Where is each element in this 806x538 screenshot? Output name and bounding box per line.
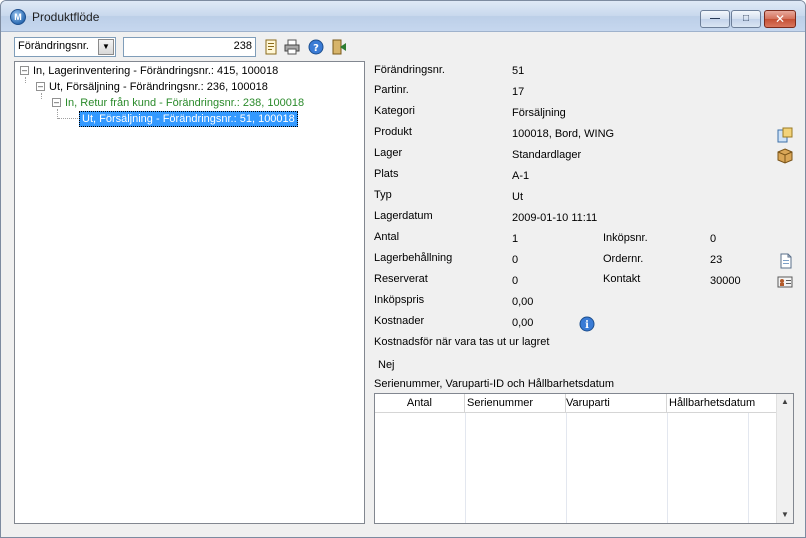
title-bar: M Produktflöde — □ ✕ [1,1,805,32]
product-icon[interactable] [777,127,793,143]
search-type-select[interactable]: Förändringsnr. ▼ [14,37,116,57]
label-kategori: Kategori [374,105,415,117]
toolbar: Förändringsnr. ▼ 238 ? [1,32,805,61]
grid-column-divider [566,413,567,523]
scroll-up-icon[interactable]: ▲ [777,394,793,410]
label-reserverat: Reserverat [374,273,428,285]
value-kontakt: 30000 [710,275,741,287]
label-serienummer-section: Serienummer, Varuparti-ID och Hållbarhet… [374,378,615,390]
grid-column-divider [748,413,749,523]
value-produkt: 100018, Bord, WING [512,128,615,140]
column-header-varuparti[interactable]: Varuparti [566,394,667,413]
app-logo-icon: M [10,9,26,25]
exit-icon[interactable] [331,39,347,55]
label-lagerbehallning: Lagerbehållning [374,252,453,264]
collapse-icon[interactable]: – [20,66,29,75]
grid-header: Antal Serienummer Varuparti Hållbarhetsd… [375,394,777,413]
value-inkopsnr: 0 [710,233,717,245]
serial-number-grid[interactable]: Antal Serienummer Varuparti Hållbarhetsd… [374,393,794,524]
svg-text:i: i [585,320,589,331]
chevron-down-icon[interactable]: ▼ [98,39,114,55]
label-kostnader: Kostnader [374,315,425,327]
label-plats: Plats [374,168,399,180]
tree-node[interactable]: Ut, Försäljning - Förändringsnr.: 236, 1… [49,80,268,94]
close-button[interactable]: ✕ [764,10,796,28]
label-kostnadsfor: Kostnadsför när vara tas ut ur lagret [374,336,550,348]
label-typ: Typ [374,189,392,201]
value-lagerbehallning: 0 [512,254,519,266]
product-flow-window: M Produktflöde — □ ✕ Förändringsnr. ▼ 23… [0,0,806,538]
label-lagerdatum: Lagerdatum [374,210,433,222]
tree-node[interactable]: In, Lagerinventering - Förändringsnr.: 4… [33,64,278,78]
scroll-down-icon[interactable]: ▼ [777,507,793,523]
flow-tree[interactable]: – In, Lagerinventering - Förändringsnr.:… [14,61,365,524]
value-antal: 1 [512,233,519,245]
label-inkopsnr: Inköpsnr. [603,232,648,244]
column-header-hallbarhetsdatum[interactable]: Hållbarhetsdatum [667,394,777,413]
value-typ: Ut [512,191,523,203]
collapse-icon[interactable]: – [52,98,61,107]
value-ordernr: 23 [710,254,723,266]
value-partinr: 17 [512,86,525,98]
value-reserverat: 0 [512,275,519,287]
label-antal: Antal [374,231,400,243]
collapse-icon[interactable]: – [36,82,45,91]
window-title: Produktflöde [32,10,100,24]
tree-node[interactable]: In, Retur från kund - Förändringsnr.: 23… [65,96,304,110]
value-forandringsnr: 51 [512,65,525,77]
number-input[interactable]: 238 [123,37,256,57]
grid-vertical-scrollbar[interactable]: ▲ ▼ [776,394,793,523]
help-icon[interactable]: ? [308,39,324,55]
document-icon[interactable] [263,39,279,55]
order-document-icon[interactable] [778,253,794,269]
label-produkt: Produkt [374,126,412,138]
value-kategori: Försäljning [512,107,566,119]
value-kostnader: 0,00 [512,317,534,329]
print-icon[interactable] [284,39,300,55]
contact-card-icon[interactable] [777,274,793,290]
search-type-value: Förändringsnr. [18,40,89,52]
value-kostnadsfor: Nej [378,359,395,371]
value-plats: A-1 [512,170,530,182]
column-header-antal[interactable]: Antal [375,394,465,413]
tree-node-selected[interactable]: Ut, Försäljning - Förändringsnr.: 51, 10… [79,111,298,127]
info-icon[interactable]: i [579,316,595,332]
svg-text:?: ? [313,43,319,54]
label-lager: Lager [374,147,403,159]
value-inkopspris: 0,00 [512,296,534,308]
grid-column-divider [465,413,466,523]
grid-column-divider [667,413,668,523]
label-forandringsnr: Förändringsnr. [374,64,445,76]
column-header-serienummer[interactable]: Serienummer [465,394,566,413]
label-kontakt: Kontakt [603,273,641,285]
label-inkopspris: Inköpspris [374,294,425,306]
value-lager: Standardlager [512,149,582,161]
label-ordernr: Ordernr. [603,253,644,265]
minimize-button[interactable]: — [700,10,730,28]
maximize-button[interactable]: □ [731,10,761,28]
warehouse-box-icon[interactable] [777,148,793,164]
label-partinr: Partinr. [374,84,409,96]
value-lagerdatum: 2009-01-10 11:11 [512,212,598,224]
